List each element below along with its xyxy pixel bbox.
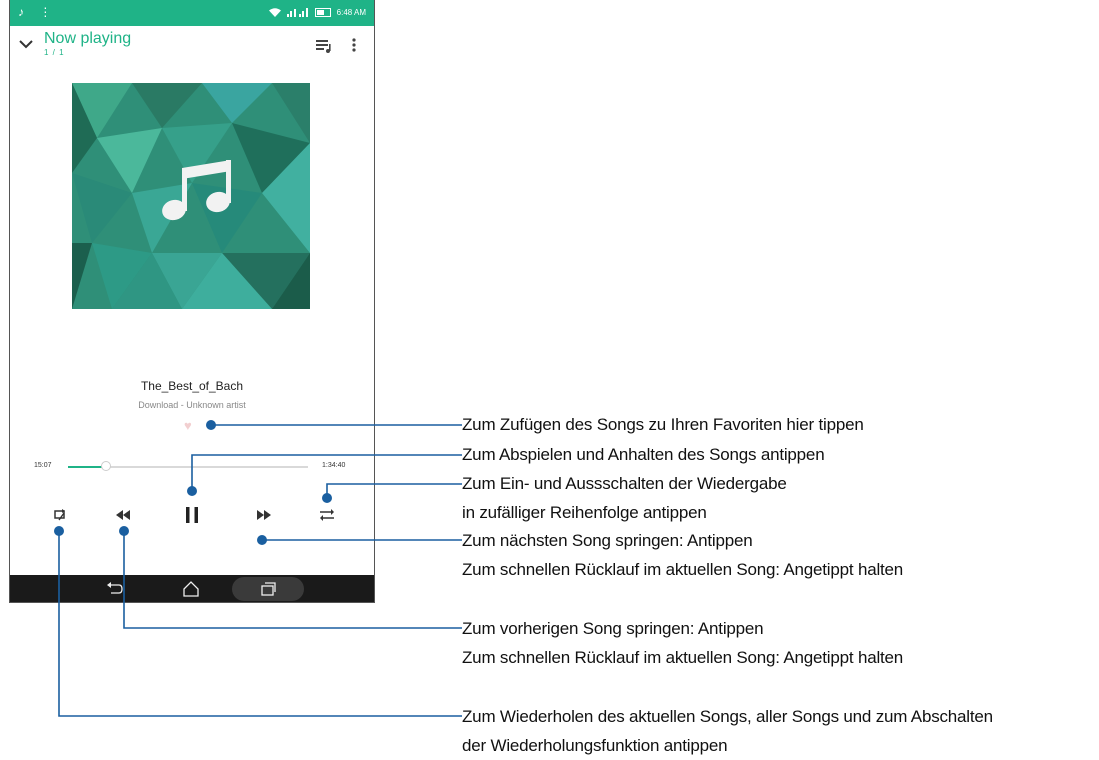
rewind-icon[interactable] <box>115 510 131 520</box>
status-time: 6:48 AM <box>336 8 366 17</box>
annotation-repeat: Zum Wiederholen des aktuellen Songs, all… <box>462 702 993 760</box>
song-title: The_Best_of_Bach <box>140 379 244 393</box>
status-bar: ♪ ⋮ 6:48 AM <box>10 0 374 26</box>
annotation-next: Zum nächsten Song springen: Antippen Zum… <box>462 526 903 584</box>
battery-icon <box>314 8 331 17</box>
track-counter: 1 / 1 <box>44 48 65 57</box>
song-subtitle: Download - Unknown artist <box>138 400 246 410</box>
fast-forward-icon[interactable] <box>256 510 272 520</box>
recent-apps-icon[interactable] <box>260 581 276 597</box>
elapsed-time: 15:07 <box>34 462 52 469</box>
collapse-chevron-icon[interactable] <box>19 36 33 54</box>
repeat-icon[interactable] <box>52 508 68 522</box>
annotation-line: Zum Abspielen und Anhalten des Songs ant… <box>462 445 825 464</box>
annotation-previous: Zum vorherigen Song springen: Antippen Z… <box>462 614 903 672</box>
favorite-heart-icon[interactable]: ♥ <box>184 418 192 433</box>
annotation-line: der Wiederholungsfunktion antippen <box>462 736 728 755</box>
wifi-icon <box>268 8 281 17</box>
annotation-line: Zum Wiederholen des aktuellen Songs, all… <box>462 707 993 726</box>
home-icon[interactable] <box>182 580 200 598</box>
navigation-bar <box>10 575 374 602</box>
annotation-favorite: Zum Zufügen des Songs zu Ihren Favoriten… <box>462 410 864 439</box>
seek-bar[interactable] <box>68 461 308 471</box>
annotation-line: Zum schnellen Rücklauf im aktuellen Song… <box>462 648 904 667</box>
back-icon[interactable] <box>106 581 124 597</box>
signal-icon <box>286 8 308 17</box>
more-options-icon[interactable] <box>350 34 358 54</box>
notification-icons: ♪ ⋮ <box>18 5 58 19</box>
annotation-line: Zum schnellen Rücklauf im aktuellen Song… <box>462 560 904 579</box>
playlist-queue-icon[interactable] <box>316 34 332 54</box>
player-header: Now playing 1 / 1 <box>10 26 374 66</box>
album-art <box>72 83 310 309</box>
status-icons: 6:48 AM <box>268 8 366 17</box>
pause-icon[interactable] <box>185 507 199 523</box>
annotation-line: Zum vorherigen Song springen: Antippen <box>462 619 764 638</box>
phone-screen: ♪ ⋮ 6:48 AM Now playing 1 / 1 The_Best_o… <box>9 0 375 603</box>
shuffle-icon[interactable] <box>319 508 335 522</box>
seek-thumb[interactable] <box>101 461 112 471</box>
page-title: Now playing <box>44 30 132 47</box>
annotation-line: Zum nächsten Song springen: Antippen <box>462 531 753 550</box>
annotation-shuffle: Zum Ein- und Aussschalten der Wiedergabe… <box>462 469 787 527</box>
annotation-line: in zufälliger Reihenfolge antippen <box>462 503 707 522</box>
annotation-line: Zum Ein- und Aussschalten der Wiedergabe <box>462 474 787 493</box>
total-time: 1:34:40 <box>322 462 346 469</box>
annotation-play-pause: Zum Abspielen und Anhalten des Songs ant… <box>462 440 825 469</box>
annotation-line: Zum Zufügen des Songs zu Ihren Favoriten… <box>462 415 864 434</box>
